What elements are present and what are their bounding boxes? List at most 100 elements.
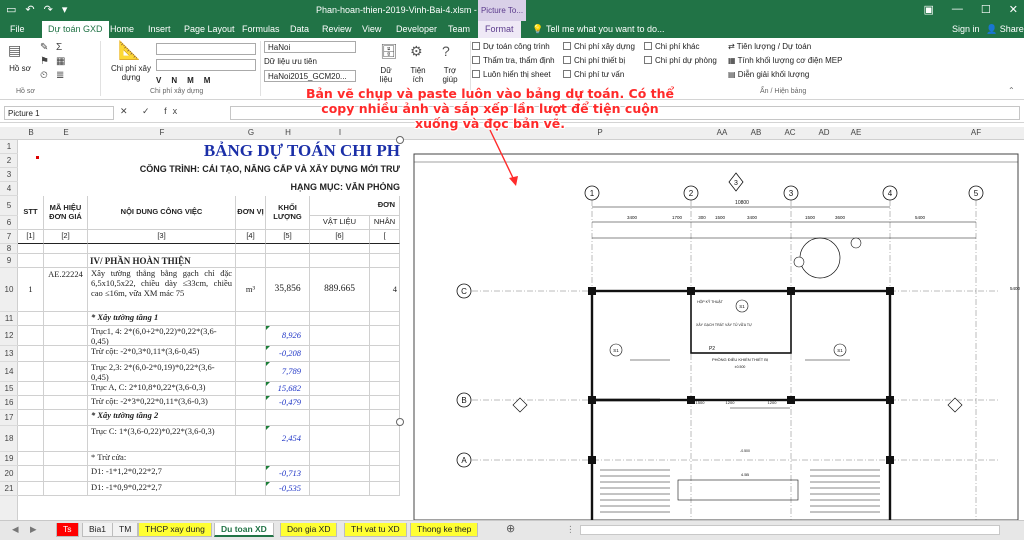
col-header-F[interactable]: F [88,128,236,137]
database-icon[interactable]: 🗄 [380,43,398,60]
empty-cell[interactable] [18,382,44,396]
row-header-16[interactable]: 16 [0,396,18,410]
empty-cell[interactable] [236,466,266,482]
detail-text[interactable]: Trục A, C: 2*10,8*0,22*(3,6-0,3) [88,382,236,396]
empty-cell[interactable] [310,254,370,268]
col-header-G[interactable]: G [236,128,266,137]
picture-resize-handle-left[interactable] [396,418,404,426]
help-icon[interactable]: ? [442,43,450,59]
index-cell[interactable]: [ [370,230,400,244]
sign-in-link[interactable]: Sign in [952,24,980,34]
item-code[interactable]: AE.22224 [44,268,88,312]
row-header-9[interactable]: 9 [0,254,18,268]
header-don-gia[interactable]: ĐƠN [310,196,400,216]
header-nhan[interactable]: NHÂN [370,216,400,230]
empty-cell[interactable] [236,396,266,410]
empty-cell[interactable] [18,410,44,426]
empty-cell[interactable] [370,346,400,362]
pin-icon[interactable]: ✎ [40,42,48,53]
empty-cell[interactable] [266,254,310,268]
empty-cell[interactable] [44,362,88,382]
detail-text[interactable]: * Trừ cửa: [88,452,236,466]
empty-cell[interactable] [310,346,370,362]
empty-cell[interactable] [44,326,88,346]
empty-cell[interactable] [18,396,44,410]
empty-cell[interactable] [44,244,88,254]
row-header-1[interactable]: 1 [0,140,18,154]
row-header-11[interactable]: 11 [0,312,18,326]
detail-text[interactable]: Trừ cột: -2*3*0,22*0,11*(3,6-0,3) [88,396,236,410]
item-quantity[interactable]: 35,856 [266,268,310,312]
detail-text[interactable]: * Xây tường tầng 2 [88,410,236,426]
empty-cell[interactable] [18,244,44,254]
chk-tham-tra[interactable]: Thẩm tra, thẩm định [472,56,555,65]
ribbon-display-icon[interactable]: ▣ [924,3,934,16]
pasted-drawing-picture[interactable]: 1 2 3 4 5 3 C B A 10800 3400 1700 300 1500 3400 1500 360… [400,140,1024,520]
format-m2[interactable]: M [204,76,211,85]
empty-cell[interactable] [44,426,88,452]
tab-view[interactable]: View [362,24,381,34]
tro-giup-button[interactable]: Trợ giúp [436,66,464,84]
row-header-8[interactable]: 8 [0,244,18,254]
empty-cell[interactable] [18,426,44,452]
tab-scroll-right-icon[interactable]: ▶ [24,523,43,537]
empty-cell[interactable] [370,396,400,410]
tab-review[interactable]: Review [322,24,352,34]
empty-cell[interactable] [370,452,400,466]
header-ma-hieu[interactable]: MÃ HIỆU ĐƠN GIÁ [44,196,88,230]
empty-cell[interactable] [236,482,266,496]
sheet-tab-bia1[interactable]: Bia1 [82,523,114,537]
header-khoi-luong[interactable]: KHỐI LƯỢNG [266,196,310,230]
empty-cell[interactable] [370,382,400,396]
sheet-tab-don-gia-xd[interactable]: Don gia XD [280,523,338,537]
empty-cell[interactable] [370,244,400,254]
detail-quantity[interactable]: 2,454 [266,426,310,452]
format-v[interactable]: V [156,76,161,85]
empty-cell[interactable] [236,410,266,426]
col-header-B[interactable]: B [18,128,44,137]
dien-giai-khoi-luong-button[interactable]: ▤ Diễn giải khối lượng [728,70,809,79]
row-header-13[interactable]: 13 [0,346,18,362]
tell-me-search[interactable]: Tell me what you want to do... [546,24,665,34]
sheet-tab-thong-ke-thep[interactable]: Thong ke thep [410,523,479,537]
empty-cell[interactable] [310,466,370,482]
empty-cell[interactable] [236,362,266,382]
empty-cell[interactable] [236,452,266,466]
detail-quantity[interactable]: 8,926 [266,326,310,346]
empty-cell[interactable] [88,244,236,254]
list-icon[interactable]: ≣ [56,70,64,81]
tab-insert[interactable]: Insert [148,24,171,34]
sheet-tab-ts[interactable]: Ts [56,523,79,537]
empty-cell[interactable] [370,466,400,482]
detail-text[interactable]: Trục C: 1*(3,6-0,22)*0,22*(3,6-0,3) [88,426,236,452]
tinh-khoi-luong-mep-button[interactable]: ▦ Tính khối lượng cơ điện MEP [728,56,842,65]
tien-ich-button[interactable]: Tiện ích [404,66,432,84]
undo-icon[interactable]: ↶ [25,3,34,16]
chk-du-toan-cong-trinh[interactable]: Dự toán công trình [472,42,550,51]
empty-cell[interactable] [18,326,44,346]
close-icon[interactable]: ✕ [1009,3,1018,16]
folder-icon[interactable]: ▤ [8,42,21,59]
col-header-AF[interactable]: AF [966,128,986,137]
tools-icon[interactable]: ⚙ [410,43,423,60]
empty-cell[interactable] [236,254,266,268]
detail-quantity[interactable]: -0,479 [266,396,310,410]
tab-developer[interactable]: Developer [396,24,437,34]
format-n[interactable]: N [171,76,177,85]
chi-phi-xay-dung-button[interactable]: Chi phí xây dựng [106,64,156,82]
sheet-tab-du-toan-xd[interactable]: Du toan XD [214,523,274,537]
row-header-14[interactable]: 14 [0,362,18,382]
tab-team[interactable]: Team [448,24,470,34]
minimize-icon[interactable]: — [952,3,963,16]
size-dropdown[interactable] [156,59,256,71]
tab-format[interactable]: Format [478,21,521,38]
tab-page-layout[interactable]: Page Layout [184,24,235,34]
tab-data[interactable]: Data [290,24,309,34]
empty-cell[interactable] [44,466,88,482]
sheet-options-icon[interactable]: ⋮ [560,523,581,537]
empty-cell[interactable] [236,312,266,326]
empty-cell[interactable] [370,482,400,496]
formula-buttons[interactable]: ✕ ✓ fx [120,106,183,117]
empty-cell[interactable] [18,254,44,268]
row-header-12[interactable]: 12 [0,326,18,346]
